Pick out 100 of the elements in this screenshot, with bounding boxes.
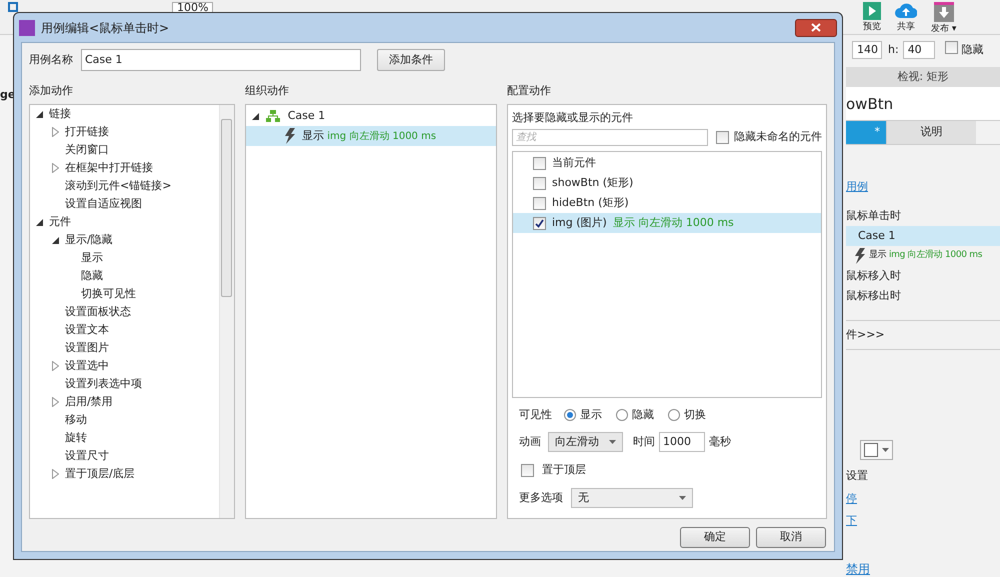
lightning-icon (284, 128, 296, 144)
toolbar-button[interactable]: 发布 ▾ (931, 2, 956, 34)
dropdown-arrow-icon (679, 496, 686, 500)
zoom-field[interactable]: 100% (172, 2, 214, 13)
collapse-triangle-icon[interactable] (252, 112, 259, 120)
more-events-link[interactable]: 件>>> (846, 320, 1000, 350)
checkbox[interactable] (533, 176, 546, 190)
style-link[interactable]: 下 (846, 513, 857, 530)
time-unit: 毫秒 (709, 434, 731, 450)
tree-item[interactable]: 显示/隐藏 (65, 232, 113, 248)
download-icon (934, 2, 954, 22)
checkbox[interactable] (944, 40, 958, 54)
tree-item[interactable]: 旋转 (65, 430, 87, 446)
tree-item[interactable]: 设置尺寸 (65, 448, 109, 464)
dropdown-arrow-icon (609, 440, 616, 444)
panel-heading: 配置动作 (507, 83, 552, 99)
tree-item[interactable]: 设置文本 (65, 322, 109, 338)
close-button[interactable] (795, 18, 837, 36)
height-label: h: (888, 42, 899, 58)
checkbox-label: 隐藏未命名的元件 (734, 129, 822, 146)
inspector-header: 检视: 矩形 (846, 67, 1000, 87)
expand-triangle-icon[interactable] (52, 361, 59, 371)
tree-item[interactable]: 移动 (65, 412, 87, 428)
fill-color-picker[interactable] (860, 440, 893, 460)
checkbox-label: 置于顶层 (542, 462, 586, 478)
radio-button[interactable] (668, 409, 680, 421)
widget-summary: 显示 向左滑动 1000 ms (612, 214, 734, 231)
tree-item[interactable]: 打开链接 (65, 124, 109, 140)
tree-item[interactable]: 元件 (49, 214, 71, 230)
tree-item[interactable]: 设置自适应视图 (65, 196, 142, 212)
panel-heading: 组织动作 (244, 83, 290, 99)
case-name-field[interactable]: Case 1 (81, 49, 361, 71)
inspector-tab[interactable]: 说明 (886, 121, 976, 144)
collapse-triangle-icon[interactable] (36, 110, 43, 118)
tree-item[interactable]: 在框架中打开链接 (65, 160, 153, 176)
case-row[interactable]: Case 1 (846, 226, 1000, 246)
expand-triangle-icon[interactable] (52, 163, 59, 173)
tree-item[interactable]: 切换可见性 (81, 286, 136, 302)
more-options-label: 更多选项 (519, 490, 564, 506)
tree-item[interactable]: 设置面板状态 (65, 304, 131, 320)
height-field[interactable]: 40 (902, 41, 935, 59)
hidden-label: 隐藏 (962, 42, 984, 58)
radio-button[interactable] (616, 409, 628, 421)
event-item[interactable]: 鼠标单击时 (846, 206, 1000, 226)
tree-item[interactable]: 设置选中 (65, 358, 109, 374)
action-text: 显示 img 向左滑动 1000 ms (302, 128, 436, 144)
case-item[interactable]: Case 1 (288, 108, 326, 124)
toolbar-icon[interactable] (8, 2, 18, 12)
tree-item[interactable]: 关闭窗口 (65, 142, 109, 158)
style-link[interactable]: 停 (846, 490, 857, 507)
search-field[interactable]: 查找 (512, 129, 708, 146)
event-item[interactable]: 鼠标移出时 (846, 286, 1000, 306)
checkbox[interactable] (521, 464, 534, 476)
collapse-triangle-icon[interactable] (36, 218, 43, 226)
case-name-label: 用例名称 (29, 52, 74, 68)
toolbar-button[interactable]: 共享 (895, 2, 917, 34)
add-condition-button[interactable]: 添加条件 (377, 49, 445, 71)
time-field[interactable]: 1000 (659, 432, 705, 452)
radio-label: 隐藏 (632, 406, 654, 423)
cases-link[interactable]: 用例 (846, 179, 1000, 196)
tree-item[interactable]: 设置图片 (65, 340, 109, 356)
case-tree-icon (266, 110, 280, 122)
widget-row[interactable]: 当前元件 (513, 153, 821, 173)
widget-row[interactable]: img (图片) 显示 向左滑动 1000 ms (513, 213, 821, 233)
tree-item[interactable]: 隐藏 (81, 268, 103, 284)
widget-label: hideBtn (矩形) (552, 194, 629, 211)
action-row[interactable]: 显示 img 向左滑动 1000 ms (246, 126, 496, 146)
tree-item[interactable]: 置于顶层/底层 (65, 466, 135, 482)
tree-item[interactable]: 滚动到元件<锚链接> (65, 178, 172, 194)
more-options-select[interactable]: 无 (571, 488, 693, 508)
checkbox[interactable] (533, 216, 546, 230)
dialog-title: 用例编辑<鼠标单击时> (41, 20, 170, 36)
radio-label: 切换 (684, 406, 706, 423)
radio-label: 显示 (580, 406, 602, 423)
disable-link[interactable]: 禁用 (846, 560, 870, 577)
animation-label: 动画 (519, 434, 542, 450)
radio-button[interactable] (564, 409, 576, 421)
widget-row[interactable]: showBtn (矩形) (513, 173, 821, 193)
event-item[interactable]: 鼠标移入时 (846, 266, 1000, 286)
width-field[interactable]: 140 (852, 41, 882, 59)
action-item[interactable]: 显示 img 向左滑动 1000 ms (869, 248, 982, 262)
widget-row[interactable]: hideBtn (矩形) (513, 193, 821, 213)
dialog-button[interactable]: 确定 (680, 527, 750, 548)
play-icon (863, 2, 881, 20)
tree-item[interactable]: 显示 (81, 250, 103, 266)
tree-item[interactable]: 启用/禁用 (65, 394, 113, 410)
checkbox[interactable] (533, 196, 546, 210)
time-label: 时间 (633, 434, 655, 450)
dialog-button[interactable]: 取消 (756, 527, 826, 548)
expand-triangle-icon[interactable] (52, 127, 59, 137)
widget-label: img (图片) (552, 214, 607, 231)
tree-item[interactable]: 链接 (49, 106, 71, 122)
collapse-triangle-icon[interactable] (52, 236, 59, 244)
expand-triangle-icon[interactable] (52, 397, 59, 407)
tree-item[interactable]: 设置列表选中项 (65, 376, 142, 392)
expand-triangle-icon[interactable] (52, 469, 59, 479)
toolbar-button[interactable]: 预览 (863, 2, 881, 34)
checkbox[interactable] (716, 131, 729, 144)
checkbox[interactable] (533, 156, 546, 170)
animation-select[interactable]: 向左滑动 (548, 432, 623, 452)
